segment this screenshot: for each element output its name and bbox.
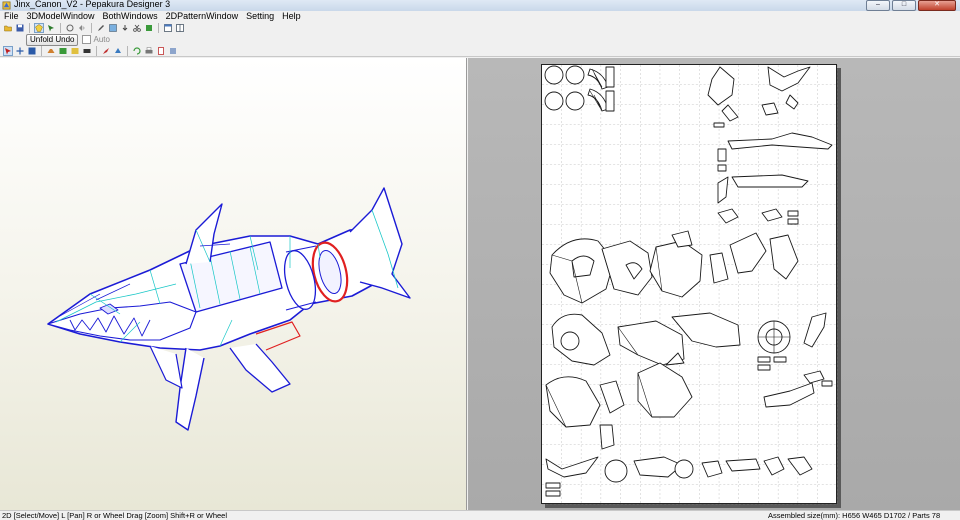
toolbar-separator [127, 45, 128, 56]
unfold-toolbar: Unfold Undo Auto [0, 33, 960, 46]
menu-bar: File 3DModelWindow BothWindows 2DPattern… [0, 11, 960, 22]
minimize-button[interactable]: – [866, 0, 890, 11]
2d-pattern-viewport[interactable] [468, 58, 960, 510]
unfold-undo-button[interactable]: Unfold Undo [26, 33, 79, 46]
window-icon[interactable] [163, 23, 173, 33]
rotate-part-icon[interactable] [132, 46, 142, 56]
menu-file[interactable]: File [0, 11, 23, 22]
layout-icon[interactable] [27, 46, 37, 56]
open-icon[interactable] [3, 23, 13, 33]
toolbar-separator [41, 45, 42, 56]
save-icon[interactable] [15, 23, 25, 33]
toolbar-separator [60, 23, 61, 33]
number-icon[interactable] [82, 46, 92, 56]
pattern-toolbar [0, 45, 960, 57]
texture-icon[interactable] [108, 23, 118, 33]
edge-icon[interactable] [58, 46, 68, 56]
toolbar-separator [96, 45, 97, 56]
window2-icon[interactable] [175, 23, 185, 33]
cut-icon[interactable] [132, 23, 142, 33]
flap-icon[interactable] [46, 46, 56, 56]
menu-3dmodelwindow[interactable]: 3DModelWindow [23, 11, 99, 22]
print-icon[interactable] [144, 46, 154, 56]
main-toolbar [0, 22, 960, 34]
auto-checkbox-box[interactable] [82, 35, 92, 44]
window-title: Jinx_Canon_V2 - Pepakura Designer 3 [14, 0, 171, 9]
edit-icon[interactable] [96, 23, 106, 33]
toolbar-separator [91, 23, 92, 33]
app-icon [2, 1, 11, 10]
auto-label: Auto [93, 35, 110, 44]
status-bar: 2D [Select/Move] L [Pan] R or Wheel Drag… [0, 510, 960, 520]
paint-icon[interactable] [101, 46, 111, 56]
toolbar-separator [158, 23, 159, 33]
cannon-model [47, 187, 411, 431]
menu-bothwindows[interactable]: BothWindows [99, 11, 162, 22]
maximize-button[interactable]: □ [892, 0, 916, 11]
pattern-sheet-drawing [542, 65, 838, 505]
page-icon[interactable] [156, 46, 166, 56]
scale-icon[interactable] [168, 46, 178, 56]
fold-icon[interactable] [70, 46, 80, 56]
join-icon[interactable] [120, 23, 130, 33]
rotate-icon[interactable] [65, 23, 75, 33]
3d-model-viewport[interactable] [0, 58, 467, 510]
menu-help[interactable]: Help [278, 11, 305, 22]
pattern-sheet[interactable] [541, 64, 838, 505]
title-bar[interactable]: Jinx_Canon_V2 - Pepakura Designer 3 – □ … [0, 0, 960, 11]
select-arrow-icon[interactable] [3, 45, 13, 56]
toolbar-separator [29, 23, 30, 33]
menu-2dpatternwindow[interactable]: 2DPatternWindow [162, 11, 243, 22]
select-icon[interactable] [46, 23, 56, 33]
flip-icon[interactable] [77, 23, 87, 33]
close-button[interactable]: ✕ [918, 0, 956, 11]
tab-icon[interactable] [113, 46, 123, 56]
status-hint: 2D [Select/Move] L [Pan] R or Wheel Drag… [2, 511, 228, 520]
assembled-size: Assembled size(mm): H656 W465 D1702 / Pa… [768, 511, 941, 520]
menu-setting[interactable]: Setting [242, 11, 278, 22]
crop-icon[interactable] [144, 23, 154, 33]
move-icon[interactable] [15, 46, 25, 56]
unfold-icon[interactable] [34, 23, 44, 33]
auto-checkbox[interactable]: Auto [82, 35, 110, 44]
